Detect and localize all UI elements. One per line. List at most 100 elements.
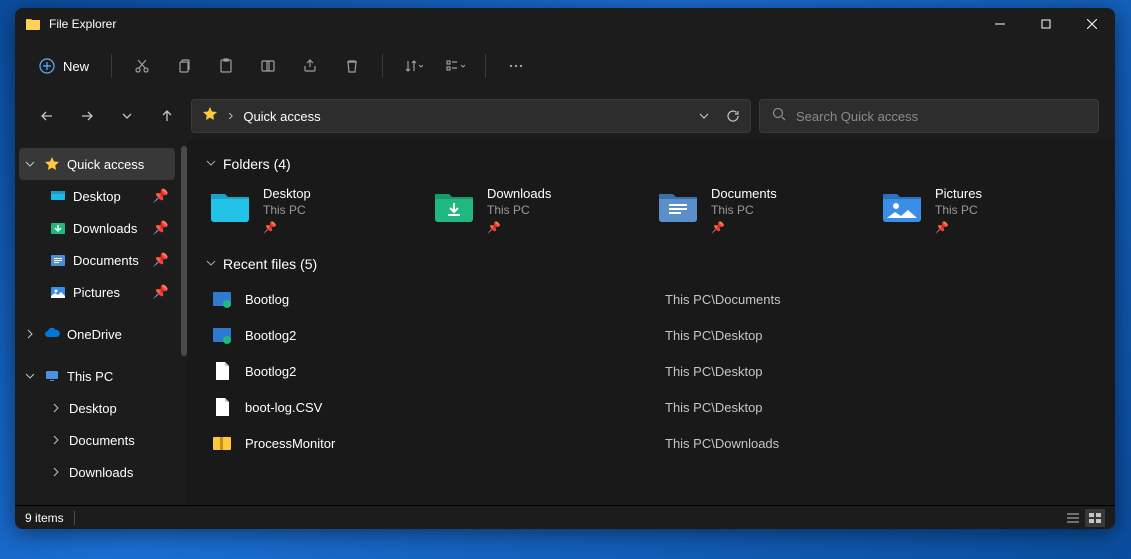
new-button-label: New	[63, 59, 89, 74]
folder-desktop[interactable]: Desktop This PC 📌	[205, 182, 405, 238]
sidebar-item-desktop[interactable]: Desktop 📌	[19, 180, 175, 212]
pin-icon: 📌	[153, 220, 169, 236]
sidebar-item-tp-downloads[interactable]: Downloads	[19, 456, 175, 488]
procmon-file-icon	[211, 324, 233, 346]
paste-button[interactable]	[206, 48, 246, 84]
pictures-icon	[49, 283, 67, 301]
address-dropdown-button[interactable]	[698, 110, 710, 122]
cloud-icon	[43, 325, 61, 343]
address-bar[interactable]: › Quick access	[191, 99, 751, 133]
toolbar: New	[15, 40, 1115, 92]
folders-grid: Desktop This PC 📌 Downloads This PC 📌	[205, 182, 1097, 238]
view-button[interactable]	[435, 48, 475, 84]
folder-name: Documents	[711, 186, 777, 201]
sidebar-item-quick-access[interactable]: Quick access	[19, 148, 175, 180]
folders-group-header[interactable]: Folders (4)	[205, 156, 1097, 172]
group-header-label: Recent files (5)	[223, 256, 317, 272]
sidebar-item-pictures[interactable]: Pictures 📌	[19, 276, 175, 308]
pictures-folder-icon	[881, 186, 923, 224]
search-box[interactable]	[759, 99, 1099, 133]
recent-file-row[interactable]: Bootlog This PC\Documents	[205, 282, 1097, 316]
documents-folder-icon	[657, 186, 699, 224]
folder-documents[interactable]: Documents This PC 📌	[653, 182, 853, 238]
share-button[interactable]	[290, 48, 330, 84]
folder-name: Pictures	[935, 186, 982, 201]
titlebar: File Explorer	[15, 8, 1115, 40]
more-button[interactable]	[496, 48, 536, 84]
search-input[interactable]	[796, 109, 1086, 124]
recent-file-row[interactable]: boot-log.CSV This PC\Desktop	[205, 390, 1097, 424]
forward-button[interactable]	[71, 100, 103, 132]
monitor-icon	[43, 367, 61, 385]
minimize-button[interactable]	[977, 8, 1023, 40]
cut-button[interactable]	[122, 48, 162, 84]
recent-files-list: Bootlog This PC\Documents Bootlog2 This …	[205, 282, 1097, 460]
large-icons-view-button[interactable]	[1085, 509, 1105, 527]
sidebar-item-this-pc[interactable]: This PC	[19, 360, 175, 392]
refresh-button[interactable]	[726, 109, 740, 123]
sidebar-item-downloads[interactable]: Downloads 📌	[19, 212, 175, 244]
chevron-down-icon	[205, 256, 217, 272]
procmon-file-icon	[211, 288, 233, 310]
content-body: Quick access Desktop 📌 Downloads 📌 Docum…	[15, 140, 1115, 505]
pin-icon: 📌	[153, 252, 169, 268]
sort-button[interactable]	[393, 48, 433, 84]
search-icon	[772, 107, 786, 126]
zip-file-icon	[211, 432, 233, 454]
pin-icon: 📌	[153, 188, 169, 204]
recent-file-name: boot-log.CSV	[245, 400, 665, 415]
maximize-button[interactable]	[1023, 8, 1069, 40]
recent-locations-button[interactable]	[111, 100, 143, 132]
recent-group-header[interactable]: Recent files (5)	[205, 256, 1097, 272]
sidebar-item-label: Downloads	[69, 465, 169, 480]
new-button[interactable]: New	[27, 52, 101, 80]
toolbar-separator	[382, 54, 383, 78]
sidebar-item-label: Documents	[69, 433, 169, 448]
chevron-right-icon: ›	[228, 107, 233, 125]
navbar: › Quick access	[15, 92, 1115, 140]
sidebar-item-label: Documents	[73, 253, 147, 268]
sidebar-item-tp-desktop[interactable]: Desktop	[19, 392, 175, 424]
folder-downloads[interactable]: Downloads This PC 📌	[429, 182, 629, 238]
desktop-icon	[49, 187, 67, 205]
folder-location: This PC	[711, 203, 777, 217]
sidebar-item-label: Quick access	[67, 157, 169, 172]
document-file-icon	[211, 360, 233, 382]
sidebar-item-onedrive[interactable]: OneDrive	[19, 318, 175, 350]
chevron-right-icon	[23, 329, 37, 339]
sidebar-item-label: Pictures	[73, 285, 147, 300]
toolbar-separator	[485, 54, 486, 78]
sidebar-scrollbar[interactable]	[181, 146, 187, 356]
details-view-button[interactable]	[1063, 509, 1083, 527]
pin-icon: 📌	[935, 221, 982, 234]
up-button[interactable]	[151, 100, 183, 132]
sidebar-item-label: This PC	[67, 369, 169, 384]
chevron-down-icon	[23, 371, 37, 381]
folder-pictures[interactable]: Pictures This PC 📌	[877, 182, 1077, 238]
statusbar: 9 items	[15, 505, 1115, 529]
pin-icon: 📌	[487, 221, 551, 234]
delete-button[interactable]	[332, 48, 372, 84]
sidebar-item-label: Downloads	[73, 221, 147, 236]
recent-file-row[interactable]: Bootlog2 This PC\Desktop	[205, 354, 1097, 388]
desktop-folder-icon	[209, 186, 251, 224]
chevron-right-icon	[49, 403, 63, 413]
back-button[interactable]	[31, 100, 63, 132]
sidebar-item-label: Desktop	[73, 189, 147, 204]
recent-file-row[interactable]: Bootlog2 This PC\Desktop	[205, 318, 1097, 352]
sidebar-item-documents[interactable]: Documents 📌	[19, 244, 175, 276]
address-text: Quick access	[243, 109, 688, 124]
close-button[interactable]	[1069, 8, 1115, 40]
star-icon	[43, 155, 61, 173]
pin-icon: 📌	[711, 221, 777, 234]
recent-file-row[interactable]: ProcessMonitor This PC\Downloads	[205, 426, 1097, 460]
recent-file-path: This PC\Desktop	[665, 328, 763, 343]
sidebar-item-tp-documents[interactable]: Documents	[19, 424, 175, 456]
star-icon	[202, 106, 218, 127]
rename-button[interactable]	[248, 48, 288, 84]
folder-location: This PC	[263, 203, 311, 217]
group-header-label: Folders (4)	[223, 156, 291, 172]
downloads-folder-icon	[433, 186, 475, 224]
copy-button[interactable]	[164, 48, 204, 84]
recent-file-name: Bootlog	[245, 292, 665, 307]
